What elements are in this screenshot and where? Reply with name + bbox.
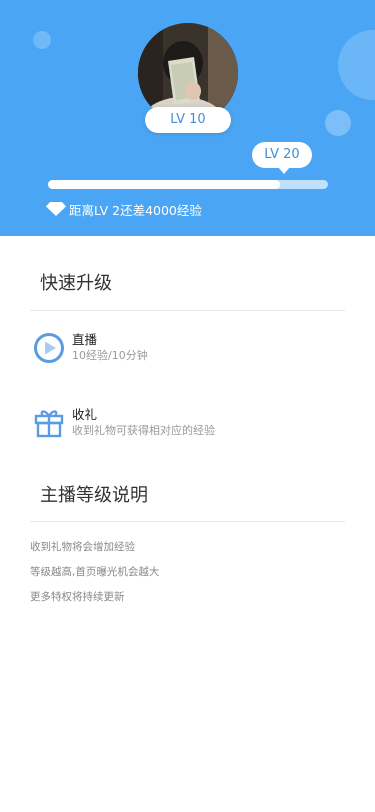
- decor-bubble: [325, 110, 351, 136]
- quick-upgrade-title: 快速升级: [40, 273, 112, 294]
- level-note: 更多特权将持续更新: [30, 591, 125, 603]
- upgrade-item-desc: 收到礼物可获得相对应的经验: [72, 424, 215, 437]
- upgrade-item-gift[interactable]: 收礼 收到礼物可获得相对应的经验: [33, 407, 215, 439]
- upgrade-item-live[interactable]: 直播 10经验/10分钟: [33, 332, 148, 364]
- next-level-tooltip: LV 20: [252, 142, 312, 174]
- exp-remaining: 距离LV 2还差4000经验: [46, 200, 202, 218]
- upgrade-item-title: 收礼: [72, 407, 98, 422]
- decor-bubble: [338, 30, 375, 100]
- play-circle-icon: [34, 333, 64, 363]
- divider: [30, 521, 345, 522]
- level-note: 等级越高,首页曝光机会越大: [30, 566, 160, 578]
- level-progress-bar: [48, 180, 328, 189]
- level-info-title: 主播等级说明: [40, 485, 148, 506]
- exp-remaining-text: 距离LV 2还差4000经验: [69, 202, 202, 218]
- diamond-icon: [46, 202, 66, 216]
- upgrade-item-desc: 10经验/10分钟: [72, 349, 148, 362]
- upgrade-item-title: 直播: [72, 332, 98, 347]
- current-level-badge: LV 10: [145, 107, 231, 133]
- level-progress-fill: [48, 180, 281, 189]
- decor-bubble: [33, 31, 51, 49]
- level-header: LV 10 LV 20 距离LV 2还差4000经验: [0, 0, 375, 236]
- divider: [30, 310, 345, 311]
- gift-icon: [34, 410, 64, 438]
- level-note: 收到礼物将会增加经验: [30, 541, 135, 553]
